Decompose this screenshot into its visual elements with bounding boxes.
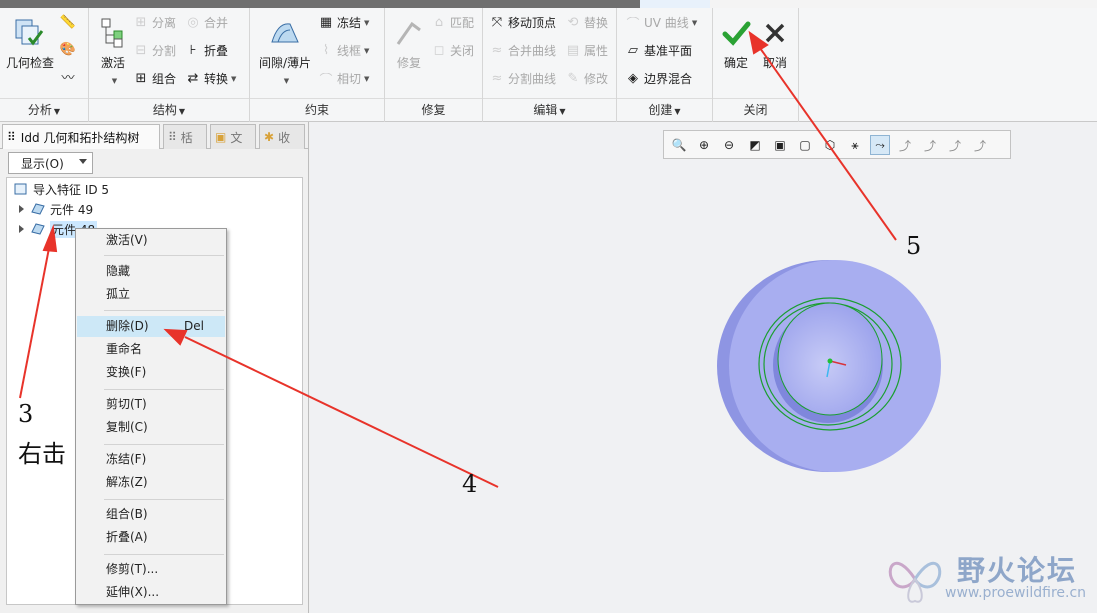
annotation-layer bbox=[19, 30, 897, 488]
annotation-3: 3 bbox=[18, 400, 34, 428]
watermark-url: www.proewildfire.cn bbox=[945, 585, 1087, 601]
butterfly-logo-icon bbox=[888, 562, 942, 603]
annotation-arrow-3 bbox=[19, 242, 51, 399]
arrowhead-icon bbox=[748, 30, 769, 55]
arrowhead-icon bbox=[163, 328, 188, 346]
annotation-5: 5 bbox=[906, 232, 922, 260]
annotation-arrow-4 bbox=[184, 336, 499, 488]
arrowhead-icon bbox=[42, 224, 58, 253]
watermark: 野火论坛 www.proewildfire.cn bbox=[885, 545, 1095, 609]
annotation-4: 4 bbox=[462, 470, 478, 498]
annotation-right-click: 右击 bbox=[18, 440, 66, 468]
watermark-title: 野火论坛 bbox=[957, 554, 1078, 587]
annotation-arrow-5 bbox=[759, 47, 897, 241]
